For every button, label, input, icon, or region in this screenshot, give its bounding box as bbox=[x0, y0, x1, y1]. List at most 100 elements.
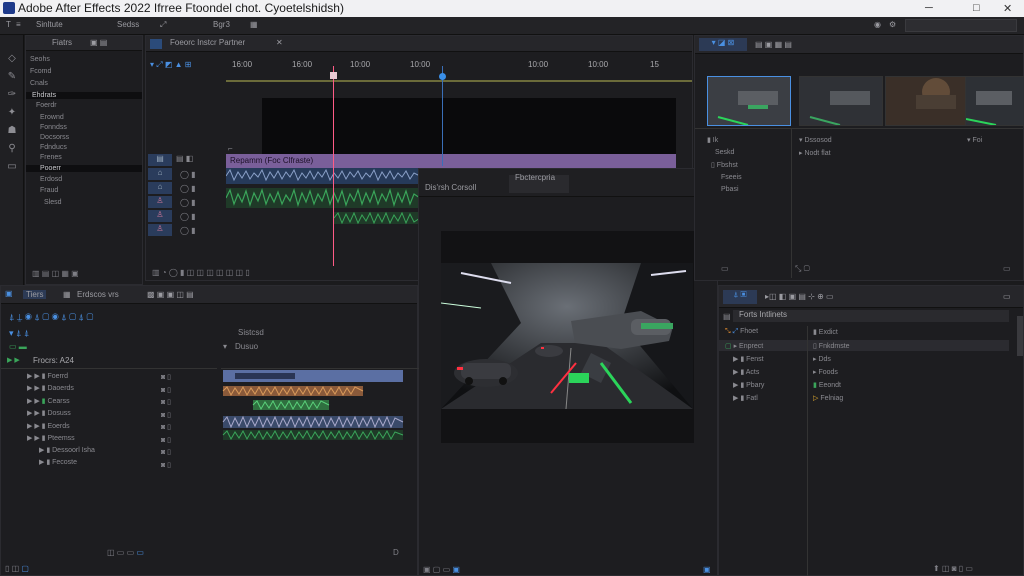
tab-viewer-2[interactable]: Fbctercpria bbox=[515, 173, 555, 182]
timeline-footer-icons[interactable]: ▥ ◔ ◯ ▮ ◫ ◫ ◫ ◫ ◫ ◫ ▯ bbox=[152, 268, 250, 277]
effects-item-left[interactable]: ▶ ▮ Acts bbox=[733, 368, 759, 376]
project-row[interactable]: ▶ ▶ ▮ Cearss bbox=[27, 397, 70, 405]
work-area-bar[interactable] bbox=[226, 80, 692, 82]
effects-end-icon[interactable]: ▭ bbox=[1003, 292, 1011, 301]
list-item[interactable]: Foerdr bbox=[36, 102, 57, 109]
marker-handle[interactable] bbox=[439, 73, 446, 80]
list-item-selected[interactable]: Pooerr bbox=[26, 165, 142, 172]
toolbar-item-1[interactable]: Sinltute bbox=[36, 20, 63, 29]
list-item[interactable]: Fcomd bbox=[30, 68, 51, 75]
project-row[interactable]: ▶ ▶ ▮ Pteemss bbox=[27, 434, 75, 442]
menu-icon[interactable]: ≡ bbox=[16, 20, 21, 29]
effects-tab-icons[interactable]: ▸◫ ◧ ▣ ▤ ⊹ ⊕ ▭ bbox=[765, 292, 834, 301]
tab-files[interactable]: Fiatrs bbox=[52, 38, 72, 47]
grid-icon[interactable]: ▦ bbox=[250, 20, 258, 29]
layer-button[interactable]: ♙ bbox=[148, 196, 172, 208]
layer-solo-button[interactable]: ▤ bbox=[148, 154, 172, 166]
brush-tool-icon[interactable]: ✑ bbox=[6, 89, 18, 101]
list-item[interactable]: Fonndss bbox=[40, 124, 67, 131]
grid-icon[interactable]: ▦ bbox=[63, 290, 71, 299]
audio-waveforms[interactable] bbox=[226, 168, 420, 244]
effects-search-field[interactable]: Forts Intlinets bbox=[733, 310, 1009, 322]
project-row[interactable]: ▶ ▶ ▮ Eoerds bbox=[27, 422, 70, 430]
viewer-end-icon[interactable]: ▣ bbox=[703, 565, 711, 574]
effects-item-left[interactable]: ▢ ▸ Enprect bbox=[725, 342, 763, 350]
selection-tool-icon[interactable]: T bbox=[6, 20, 11, 29]
tab-composition[interactable]: Foeorc Instcr Partner bbox=[170, 38, 245, 47]
media-footer-icons[interactable]: ⤡ ▢ bbox=[795, 264, 810, 274]
list-item[interactable]: Cnals bbox=[30, 80, 48, 87]
effects-item-right[interactable]: ▷ Felniag bbox=[813, 394, 843, 402]
mini-timeline-tracks[interactable] bbox=[221, 370, 405, 456]
toolbar-item-3[interactable]: Bgr3 bbox=[213, 20, 230, 29]
project-row[interactable]: ▶ ▶ ▮ Foerrd bbox=[27, 372, 68, 380]
project-row[interactable]: ▶ ▮ Dessoorl Isha bbox=[39, 446, 95, 454]
project-status-icons[interactable]: ◙ ▯ ◙ ▯ ◙ ▯ ◙ ▯ ◙ ▯ ◙ ▯ ◙ ▯ ◙ ▯ bbox=[161, 372, 171, 472]
minimize-button[interactable]: ─ bbox=[925, 2, 933, 14]
media-sub[interactable]: Pbasi bbox=[721, 186, 739, 193]
close-button[interactable]: ✕ bbox=[1003, 2, 1012, 15]
effects-item-left[interactable]: ▶ ▮ Fenst bbox=[733, 355, 764, 363]
shape-tool-icon[interactable]: ▭ bbox=[6, 161, 18, 173]
project-header-icons[interactable]: ▶ ▶ bbox=[7, 356, 20, 364]
panel-icons[interactable]: ▩ ▣ ▣ ◫ ▤ bbox=[147, 290, 194, 299]
layer-button[interactable]: ⌂ bbox=[148, 182, 172, 194]
viewer-footer-icons[interactable]: ▣ ▢ ▭ ▣ bbox=[423, 565, 460, 574]
effects-item-right[interactable]: ▯ Fnkdmste bbox=[813, 342, 850, 350]
project-toolbar-icons[interactable]: ⍋ ⍊ ◉ ⍋ ▢ ◉ ⍋ ▢ ⍋ ▢ bbox=[9, 312, 93, 323]
effects-search-icon[interactable]: ▤ bbox=[723, 312, 731, 321]
project-end-icon[interactable]: D bbox=[393, 548, 399, 557]
snap-icon[interactable]: ◉ bbox=[874, 20, 881, 29]
list-item[interactable]: Fraud bbox=[40, 187, 58, 194]
playhead[interactable] bbox=[333, 66, 334, 266]
list-item[interactable]: Erownd bbox=[40, 114, 64, 121]
panel-footer-icons[interactable]: ▥ ▤ ◫ ▦ ▣ bbox=[32, 269, 79, 278]
list-item[interactable]: Seohs bbox=[30, 56, 50, 63]
pin-tool-icon[interactable]: ✦ bbox=[6, 107, 18, 119]
tab-erdscos[interactable]: Erdscos vrs bbox=[77, 290, 119, 299]
media-thumbnail[interactable] bbox=[885, 76, 969, 126]
select-tool-icon[interactable]: ◇ bbox=[6, 53, 18, 65]
maximize-button[interactable]: □ bbox=[973, 2, 980, 14]
layer-toggle-icons[interactable]: ◯ ▮ ◯ ▮ ◯ ▮ ◯ ▮ ◯ ▮ bbox=[180, 168, 196, 238]
media-sub[interactable]: Seskd bbox=[715, 149, 734, 156]
column-toggle-icon[interactable]: ▾ bbox=[223, 342, 227, 351]
list-item[interactable]: Fdnducs bbox=[40, 144, 67, 151]
tab-tiers[interactable]: Tiers bbox=[23, 290, 47, 299]
effects-footer-icons[interactable]: ⬆ ◫ ◙ ▯ ▭ bbox=[933, 564, 973, 573]
settings-icon[interactable]: ⚙ bbox=[889, 20, 896, 29]
list-item-selected[interactable]: Ehdrats bbox=[26, 92, 142, 99]
media-end-icon[interactable]: ▭ bbox=[1003, 264, 1011, 273]
tab-icon[interactable]: ▣ bbox=[5, 289, 13, 298]
list-item[interactable]: Docsorss bbox=[40, 134, 69, 141]
playhead-handle[interactable] bbox=[330, 72, 337, 79]
project-row[interactable]: ▶ ▶ ▮ Dosuss bbox=[27, 409, 71, 417]
media-thumbnail[interactable] bbox=[707, 76, 791, 126]
effects-item-right[interactable]: ▸ Foods bbox=[813, 368, 838, 376]
time-ruler[interactable]: 16:00 16:00 10:00 10:00 10:00 10:00 15 bbox=[232, 60, 692, 72]
toolbar-item-2[interactable]: Sedss bbox=[117, 20, 139, 29]
project-toolbar-icons-2[interactable]: ▾ ⍋ ⍋ bbox=[9, 328, 29, 339]
media-left-footer-icon[interactable]: ▭ bbox=[721, 264, 729, 273]
layer-button[interactable]: ⌂ bbox=[148, 168, 172, 180]
search-input[interactable] bbox=[905, 19, 1017, 32]
status-icons[interactable]: ▯ ◫ ▢ bbox=[5, 564, 29, 573]
puppet-tool-icon[interactable]: ☗ bbox=[6, 125, 18, 137]
media-thumbnail[interactable] bbox=[799, 76, 883, 126]
close-tab-icon[interactable]: ✕ bbox=[276, 38, 283, 47]
list-item[interactable]: Slesd bbox=[44, 199, 62, 206]
media-sub[interactable]: ▸ Nodt flat bbox=[799, 149, 831, 157]
media-tab-icons[interactable]: ▤ ▣ ▦ ▤ bbox=[755, 40, 792, 49]
stamp-tool-icon[interactable]: ⚲ bbox=[6, 143, 18, 155]
list-item[interactable]: Frenes bbox=[40, 154, 62, 161]
media-tab-active[interactable]: ▾ ◪ ⊠ bbox=[699, 38, 747, 51]
layer-button[interactable]: ♙ bbox=[148, 210, 172, 222]
effects-item-right[interactable]: ▮ Eeondt bbox=[813, 381, 841, 389]
project-row[interactable]: ▶ ▮ Fecoste bbox=[39, 458, 77, 466]
scrollbar[interactable] bbox=[1017, 316, 1023, 356]
color-labels[interactable]: ▭ ▬ bbox=[9, 342, 49, 351]
layer-icons[interactable]: ▤ ◧ bbox=[176, 154, 193, 163]
project-footer-icons[interactable]: ◫ ▭ ▭ ▭ bbox=[107, 548, 144, 557]
panel-menu-icon[interactable]: ▣ ▤ bbox=[90, 38, 107, 47]
effects-tab-active[interactable]: ⍋ ▣ bbox=[723, 290, 757, 304]
